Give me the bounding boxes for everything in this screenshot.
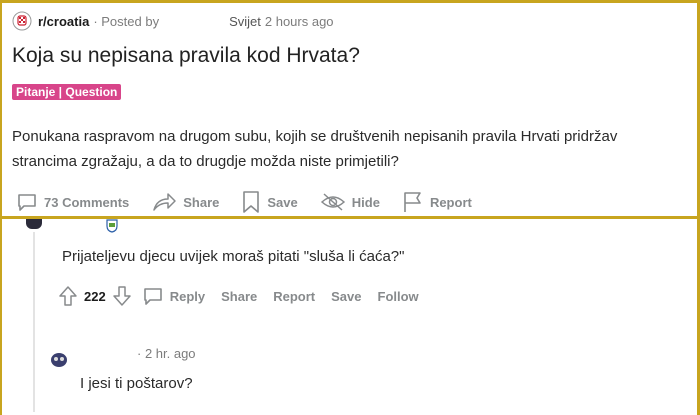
comment-text: Prijateljevu djecu uvijek moraš pitati "… (62, 248, 405, 265)
post-time: 2 hours ago (264, 13, 334, 29)
report-button[interactable]: Report (402, 190, 472, 214)
hide-label: Hide (351, 194, 380, 210)
frame-border-left (0, 0, 2, 415)
share-label: Share (183, 194, 220, 210)
comment-save-button[interactable]: Save (331, 289, 361, 304)
hide-button[interactable]: Hide (320, 192, 380, 212)
comment-thread-line[interactable] (33, 232, 35, 412)
comments-label: 73 Comments (44, 194, 130, 210)
upvote-icon[interactable] (58, 285, 78, 307)
subreddit-name[interactable]: r/croatia (38, 14, 89, 29)
post-body-line: strancima zgražaju, a da to drugdje možd… (12, 153, 399, 170)
post-body-line: Ponukana raspravom na drugom subu, kojih… (12, 128, 618, 145)
comment-icon (143, 288, 162, 305)
share-icon (153, 193, 176, 211)
bookmark-icon (243, 191, 260, 213)
shield-icon (106, 219, 118, 233)
comments-button[interactable]: 73 Comments (16, 191, 129, 213)
comment-time: · 2 hr. ago (137, 346, 196, 361)
report-label: Report (429, 194, 472, 210)
post-body: Ponukana raspravom na drugom subu, kojih… (12, 124, 700, 174)
post-title[interactable]: Koja su nepisana pravila kod Hrvata? (12, 44, 360, 68)
comment-icon (18, 194, 36, 211)
comment-avatar[interactable] (50, 352, 68, 368)
comment-actions: 222 Reply Share Report Save Follow (58, 285, 435, 307)
save-button[interactable]: Save (241, 190, 298, 214)
comment-text: I jesi ti poštarov? (80, 375, 193, 392)
comment-follow-button[interactable]: Follow (378, 289, 419, 304)
post-actions: 73 Comments Share Save Hide Report (16, 190, 494, 214)
share-button[interactable]: Share (151, 191, 219, 213)
eye-slash-icon (320, 193, 345, 211)
post-header: r/croatia · Posted by Svijet 2 hours ago (12, 10, 334, 32)
post-author[interactable]: Svijet (229, 14, 261, 29)
posted-by-label: · Posted by (93, 13, 160, 29)
flag-icon (404, 192, 421, 212)
comment-avatar[interactable] (26, 219, 42, 229)
reply-button[interactable]: Reply (170, 289, 205, 304)
frame-border-top (0, 0, 700, 3)
downvote-icon[interactable] (112, 285, 132, 307)
comment-score: 222 (84, 288, 106, 304)
save-label: Save (267, 194, 298, 210)
comment-share-button[interactable]: Share (221, 289, 257, 304)
subreddit-icon[interactable] (12, 11, 32, 31)
post-flair[interactable]: Pitanje | Question (12, 84, 122, 100)
comment-report-button[interactable]: Report (273, 289, 315, 304)
